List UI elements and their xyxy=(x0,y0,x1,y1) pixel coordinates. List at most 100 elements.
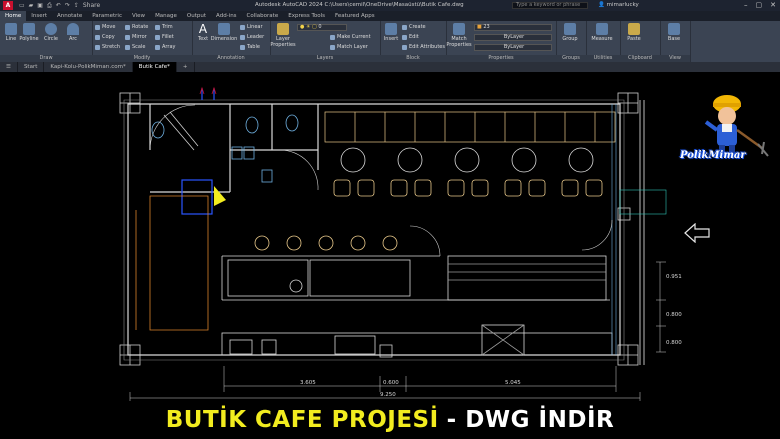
new-file-icon[interactable]: ▭ xyxy=(19,2,25,10)
layer-properties-tool[interactable]: Layer Properties xyxy=(270,21,296,48)
search-input[interactable]: Type a keyword or phrase xyxy=(512,2,588,9)
file-tabs-menu-icon[interactable]: ☰ xyxy=(0,62,18,72)
array-tool[interactable]: Array xyxy=(155,44,175,50)
clipboard-panel-title[interactable]: Clipboard xyxy=(620,55,660,62)
make-current-label: Make Current xyxy=(337,34,371,40)
undo-icon[interactable]: ↶ xyxy=(56,2,61,10)
modify-panel-title[interactable]: Modify xyxy=(92,55,192,62)
match-properties-tool[interactable]: Match Properties xyxy=(446,21,472,48)
print-icon[interactable]: ⎙ xyxy=(47,2,52,10)
ribbon-tab-manage[interactable]: Manage xyxy=(150,11,182,21)
match-layer-tool[interactable]: Match Layer xyxy=(330,44,368,50)
redo-icon[interactable]: ↷ xyxy=(65,2,70,10)
measure-tool[interactable]: Measure xyxy=(591,21,613,42)
scale-icon xyxy=(125,44,130,50)
edit-attributes-tool[interactable]: Edit Attributes xyxy=(402,44,445,50)
base-view-tool[interactable]: Base xyxy=(663,21,685,42)
chair xyxy=(357,179,375,197)
counter-lines xyxy=(448,263,606,281)
rotate-tool[interactable]: Rotate xyxy=(125,24,148,30)
bar-counter xyxy=(221,255,610,301)
draw-panel-title[interactable]: Draw xyxy=(0,55,92,62)
block-panel-title[interactable]: Block xyxy=(380,55,446,62)
match-layer-icon xyxy=(330,44,335,50)
stool xyxy=(382,235,398,251)
properties-panel-title[interactable]: Properties xyxy=(446,55,556,62)
autocad-logo-icon[interactable]: A xyxy=(3,1,13,10)
ribbon-tab-express-tools[interactable]: Express Tools xyxy=(283,11,330,21)
group-tool[interactable]: Group xyxy=(559,21,581,42)
chair xyxy=(390,179,408,197)
fillet-icon xyxy=(155,34,160,40)
fillet-tool[interactable]: Fillet xyxy=(155,34,174,40)
ribbon-tab-output[interactable]: Output xyxy=(182,11,211,21)
ribbon-tab-parametric[interactable]: Parametric xyxy=(87,11,127,21)
circle-icon xyxy=(45,23,57,35)
ribbon-tab-home[interactable]: Home xyxy=(0,11,27,21)
mirror-label: Mirror xyxy=(132,34,147,40)
dim-total: 9.250 xyxy=(380,392,396,398)
groups-panel: Group Groups xyxy=(556,21,587,62)
lineweight-dropdown[interactable]: ByLayer xyxy=(474,44,552,51)
make-current-tool[interactable]: Make Current xyxy=(330,34,371,40)
brand-name: PolikMimar xyxy=(680,150,746,161)
close-icon[interactable]: ✕ xyxy=(770,1,776,9)
annotation-panel: A Text Dimension Linear Leader Table Anno… xyxy=(192,21,271,62)
create-block-icon xyxy=(402,24,407,30)
groups-panel-title[interactable]: Groups xyxy=(556,55,586,62)
edit-block-icon xyxy=(402,34,407,40)
ribbon-tab-view[interactable]: View xyxy=(127,11,150,21)
ribbon-tab-annotate[interactable]: Annotate xyxy=(52,11,87,21)
stool xyxy=(286,235,302,251)
scale-tool[interactable]: Scale xyxy=(125,44,145,50)
ribbon-tab-add-ins[interactable]: Add-ins xyxy=(211,11,242,21)
table-tool[interactable]: Table xyxy=(240,44,260,50)
annotation-panel-title[interactable]: Annotation xyxy=(192,55,270,62)
leader-tool[interactable]: Leader xyxy=(240,34,264,40)
open-file-icon[interactable]: ▰ xyxy=(29,2,34,10)
ribbon-tab-collaborate[interactable]: Collaborate xyxy=(242,11,284,21)
walls xyxy=(123,99,645,365)
mirror-tool[interactable]: Mirror xyxy=(125,34,147,40)
new-tab-icon[interactable]: + xyxy=(177,62,195,72)
ribbon-tab-featured-apps[interactable]: Featured Apps xyxy=(330,11,380,21)
share-label[interactable]: Share xyxy=(83,2,100,10)
drawing-viewport[interactable]: 3.605 0.600 5.045 9.250 0.951 0.800 0.80… xyxy=(0,72,780,402)
counter-segment xyxy=(309,259,411,297)
file-tab-kapi-kolu[interactable]: Kapi-Kolu-PolikMimarı.com* xyxy=(44,62,133,72)
user-account[interactable]: 👤 mimarlucky xyxy=(598,2,639,8)
move-tool[interactable]: Move xyxy=(95,24,115,30)
edit-block-tool[interactable]: Edit xyxy=(402,34,419,40)
share-icon[interactable]: ⇪ xyxy=(74,2,79,10)
banner-sub-text: - DWG İNDİR xyxy=(446,407,615,433)
group-icon xyxy=(564,23,576,35)
maximize-icon[interactable]: ▢ xyxy=(756,1,763,9)
insert-tool[interactable]: Insert xyxy=(380,21,402,42)
view-panel-title[interactable]: View xyxy=(660,55,690,62)
storage-walls xyxy=(149,104,230,193)
dimension-tool[interactable]: Dimension xyxy=(210,21,238,42)
arc-tool[interactable]: Arc xyxy=(62,21,84,42)
file-tab-butik-cafe[interactable]: Butik Cafe* xyxy=(132,62,177,72)
polyline-tool[interactable]: Polyline xyxy=(18,21,40,42)
minimize-icon[interactable]: – xyxy=(744,1,748,9)
copy-tool[interactable]: Copy xyxy=(95,34,115,40)
create-block-tool[interactable]: Create xyxy=(402,24,426,30)
save-icon[interactable]: ▣ xyxy=(37,2,43,10)
trim-tool[interactable]: Trim xyxy=(155,24,173,30)
file-tab-start[interactable]: Start xyxy=(18,62,45,72)
layers-panel-title[interactable]: Layers xyxy=(270,55,380,62)
bar-stools xyxy=(254,235,398,251)
circle-tool[interactable]: Circle xyxy=(40,21,62,42)
ribbon-tab-insert[interactable]: Insert xyxy=(26,11,52,21)
utilities-panel-title[interactable]: Utilities xyxy=(586,55,620,62)
chair xyxy=(414,179,432,197)
color-dropdown[interactable]: ■ 23 xyxy=(474,24,552,31)
stool xyxy=(254,235,270,251)
paste-tool[interactable]: Paste xyxy=(623,21,645,42)
linear-tool[interactable]: Linear xyxy=(240,24,263,30)
linetype-dropdown[interactable]: ByLayer xyxy=(474,34,552,41)
stool xyxy=(350,235,366,251)
layer-dropdown[interactable]: ● ☀ ▢ 0 xyxy=(297,24,347,31)
stretch-tool[interactable]: Stretch xyxy=(95,44,120,50)
